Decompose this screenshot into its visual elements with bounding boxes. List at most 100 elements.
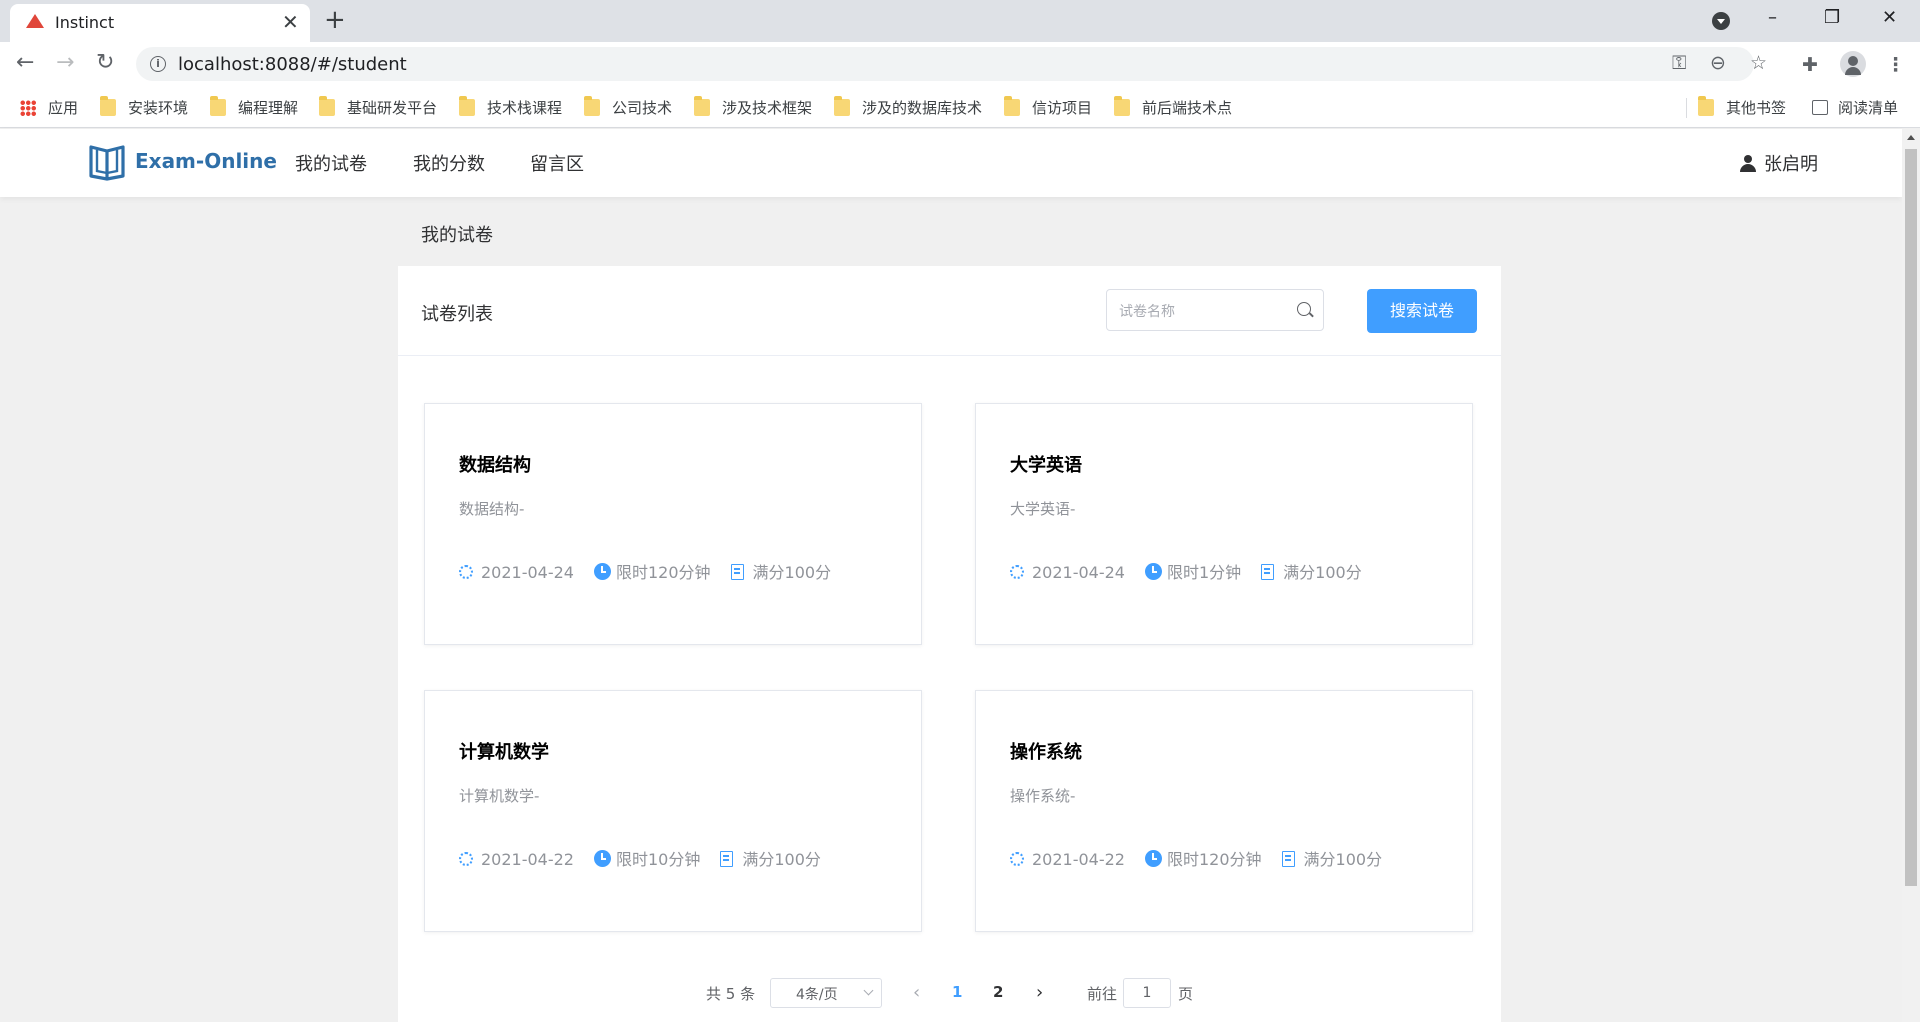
exam-time-limit: 限时120分钟 — [1144, 846, 1262, 870]
exam-title: 数据结构 — [459, 455, 531, 476]
bookmark-folder[interactable]: 公司技术 — [584, 96, 672, 118]
book-logo-icon — [89, 145, 125, 181]
exam-meta: 2021-04-22 限时10分钟 满分100分 — [459, 846, 841, 870]
bookmark-folder[interactable]: 涉及技术框架 — [694, 96, 812, 118]
exam-meta: 2021-04-22 限时120分钟 满分100分 — [1010, 846, 1402, 870]
folder-icon — [210, 96, 226, 116]
user-name: 张启明 — [1764, 154, 1818, 175]
new-tab-icon[interactable]: + — [324, 6, 346, 34]
pagination: 共 5 条 4条/页 ‹ 1 2 › 前往 1 页 — [398, 978, 1501, 1010]
apps-grid-icon — [20, 100, 36, 116]
exam-full-score: 满分100分 — [1281, 846, 1382, 870]
close-tab-icon[interactable]: ✕ — [282, 10, 299, 34]
scroll-up-icon[interactable] — [1907, 135, 1915, 140]
forward-icon[interactable]: → — [56, 50, 74, 76]
nav-my-scores[interactable]: 我的分数 — [413, 150, 485, 176]
page-size-select[interactable]: 4条/页 — [770, 978, 882, 1008]
reload-icon[interactable]: ↻ — [96, 50, 114, 76]
browser-tab[interactable]: Instinct ✕ — [10, 4, 310, 42]
bookmark-folder[interactable]: 基础研发平台 — [319, 96, 437, 118]
other-bookmarks[interactable]: 其他书签 — [1698, 96, 1786, 118]
bookmark-folder[interactable]: 技术栈课程 — [459, 96, 562, 118]
exam-date: 2021-04-22 — [459, 850, 574, 869]
exam-title: 计算机数学 — [459, 742, 549, 763]
scrollbar-thumb[interactable] — [1905, 149, 1917, 886]
restore-icon[interactable]: ❐ — [1824, 6, 1840, 30]
page-number-current[interactable]: 1 — [952, 983, 962, 1001]
bookmarks-bar: 应用 安装环境 编程理解 基础研发平台 技术栈课程 公司技术 涉及技术框架 涉及… — [0, 86, 1920, 128]
page-scrollbar[interactable] — [1902, 129, 1920, 1022]
exam-date: 2021-04-24 — [459, 563, 574, 582]
loading-icon — [1010, 852, 1024, 866]
exam-date: 2021-04-22 — [1010, 850, 1125, 869]
exam-date: 2021-04-24 — [1010, 563, 1125, 582]
exam-full-score: 满分100分 — [720, 846, 821, 870]
folder-icon — [459, 96, 475, 116]
window-close-icon[interactable]: ✕ — [1882, 6, 1897, 30]
search-placeholder: 试卷名称 — [1119, 304, 1175, 320]
omnibox[interactable]: i localhost:8088/#/student ⚿ ⊖ ☆ — [136, 47, 1767, 81]
bookmark-folder[interactable]: 编程理解 — [210, 96, 298, 118]
user-menu[interactable]: 张启明 — [1740, 150, 1818, 176]
next-page-button[interactable]: › — [1036, 982, 1043, 1003]
folder-icon — [1698, 96, 1714, 116]
goto-unit: 页 — [1178, 985, 1194, 1003]
menu-icon[interactable]: ⋮ — [1886, 54, 1905, 76]
exam-time-limit: 限时1分钟 — [1144, 559, 1241, 583]
loading-icon — [459, 565, 473, 579]
address-toolbar: ← → ↻ i localhost:8088/#/student ⚿ ⊖ ☆ ✚… — [0, 42, 1920, 86]
tab-search-icon[interactable] — [1712, 12, 1730, 30]
tab-title: Instinct — [55, 13, 115, 32]
minimize-icon[interactable]: – — [1768, 6, 1777, 30]
user-icon — [1740, 155, 1756, 172]
goto-label: 前往 — [1087, 985, 1118, 1003]
exam-card[interactable]: 大学英语 大学英语- 2021-04-24 限时1分钟 满分100分 — [975, 403, 1473, 645]
bookmark-folder[interactable]: 前后端技术点 — [1114, 96, 1232, 118]
bookmark-folder[interactable]: 涉及的数据库技术 — [834, 96, 982, 118]
profile-avatar-icon[interactable] — [1840, 51, 1866, 77]
exam-time-limit: 限时120分钟 — [593, 559, 711, 583]
search-exam-button[interactable]: 搜索试卷 — [1367, 289, 1477, 333]
bookmark-folder[interactable]: 安装环境 — [100, 96, 188, 118]
browser-tab-strip: Instinct ✕ + – ❐ ✕ — [0, 0, 1920, 42]
page-number[interactable]: 2 — [993, 983, 1003, 1001]
site-info-icon[interactable]: i — [150, 56, 166, 72]
zoom-icon[interactable]: ⊖ — [1710, 52, 1726, 74]
exam-card[interactable]: 数据结构 数据结构- 2021-04-24 限时120分钟 满分100分 — [424, 403, 922, 645]
page-title: 我的试卷 — [421, 225, 493, 246]
exam-card[interactable]: 计算机数学 计算机数学- 2021-04-22 限时10分钟 满分100分 — [424, 690, 922, 932]
bookmark-star-icon[interactable]: ☆ — [1750, 52, 1767, 74]
document-icon — [730, 564, 744, 580]
clock-icon — [593, 563, 611, 580]
exam-title: 大学英语 — [1010, 455, 1082, 476]
document-icon — [1261, 564, 1275, 580]
document-icon — [1281, 851, 1295, 867]
back-icon[interactable]: ← — [16, 50, 34, 76]
folder-icon — [1114, 96, 1130, 116]
nav-my-exams[interactable]: 我的试卷 — [295, 150, 367, 176]
loading-icon — [1010, 565, 1024, 579]
exam-card[interactable]: 操作系统 操作系统- 2021-04-22 限时120分钟 满分100分 — [975, 690, 1473, 932]
reading-list-icon — [1812, 100, 1828, 115]
key-icon[interactable]: ⚿ — [1672, 52, 1686, 74]
reading-list[interactable]: 阅读清单 — [1812, 98, 1898, 118]
extensions-icon[interactable]: ✚ — [1802, 54, 1818, 76]
folder-icon — [584, 96, 600, 116]
logo-text[interactable]: Exam-Online — [135, 149, 277, 173]
exam-search-input[interactable]: 试卷名称 — [1106, 289, 1324, 331]
folder-icon — [834, 96, 850, 116]
panel-title: 试卷列表 — [421, 304, 493, 325]
search-icon[interactable] — [1297, 302, 1311, 316]
bookmark-folder[interactable]: 信访项目 — [1004, 96, 1092, 118]
prev-page-button[interactable]: ‹ — [913, 982, 920, 1003]
exam-list-panel: 试卷列表 试卷名称 搜索试卷 数据结构 数据结构- 2021-04-24 限时12… — [398, 266, 1501, 1022]
exam-description: 大学英语- — [1010, 500, 1076, 518]
goto-page-input[interactable]: 1 — [1123, 978, 1171, 1008]
url-text[interactable]: localhost:8088/#/student — [178, 54, 407, 75]
pagination-total: 共 5 条 — [706, 985, 756, 1003]
clock-icon — [1144, 850, 1162, 867]
bookmark-divider — [1686, 98, 1687, 118]
bookmark-apps[interactable]: 应用 — [20, 98, 78, 118]
nav-message-board[interactable]: 留言区 — [530, 150, 584, 176]
clock-icon — [593, 850, 611, 867]
